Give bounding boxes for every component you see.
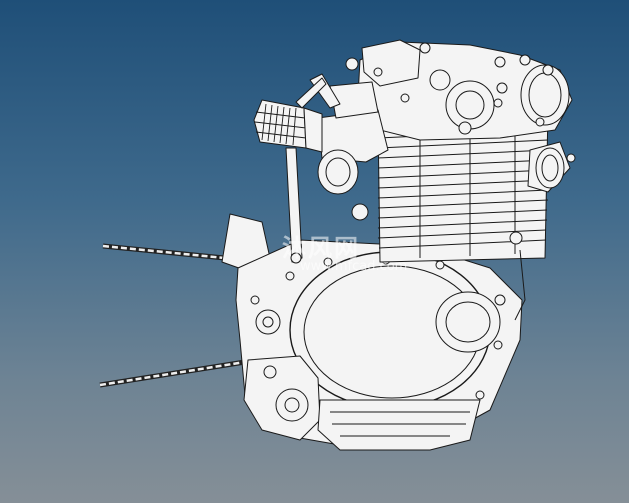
oil-pan bbox=[317, 399, 481, 451]
watermark-logo-text: 沐风网 bbox=[282, 234, 360, 262]
watermark-url: www.mfcad.com bbox=[300, 259, 408, 274]
right-bolt bbox=[509, 231, 523, 245]
exhaust-port bbox=[527, 141, 576, 193]
cad-viewport[interactable]: 沐风网 www.mfcad.com bbox=[0, 0, 629, 503]
cam-cover-center bbox=[445, 80, 495, 130]
tappet-cover bbox=[429, 69, 451, 91]
drive-chain-lower bbox=[99, 359, 246, 388]
air-filter bbox=[253, 99, 323, 153]
